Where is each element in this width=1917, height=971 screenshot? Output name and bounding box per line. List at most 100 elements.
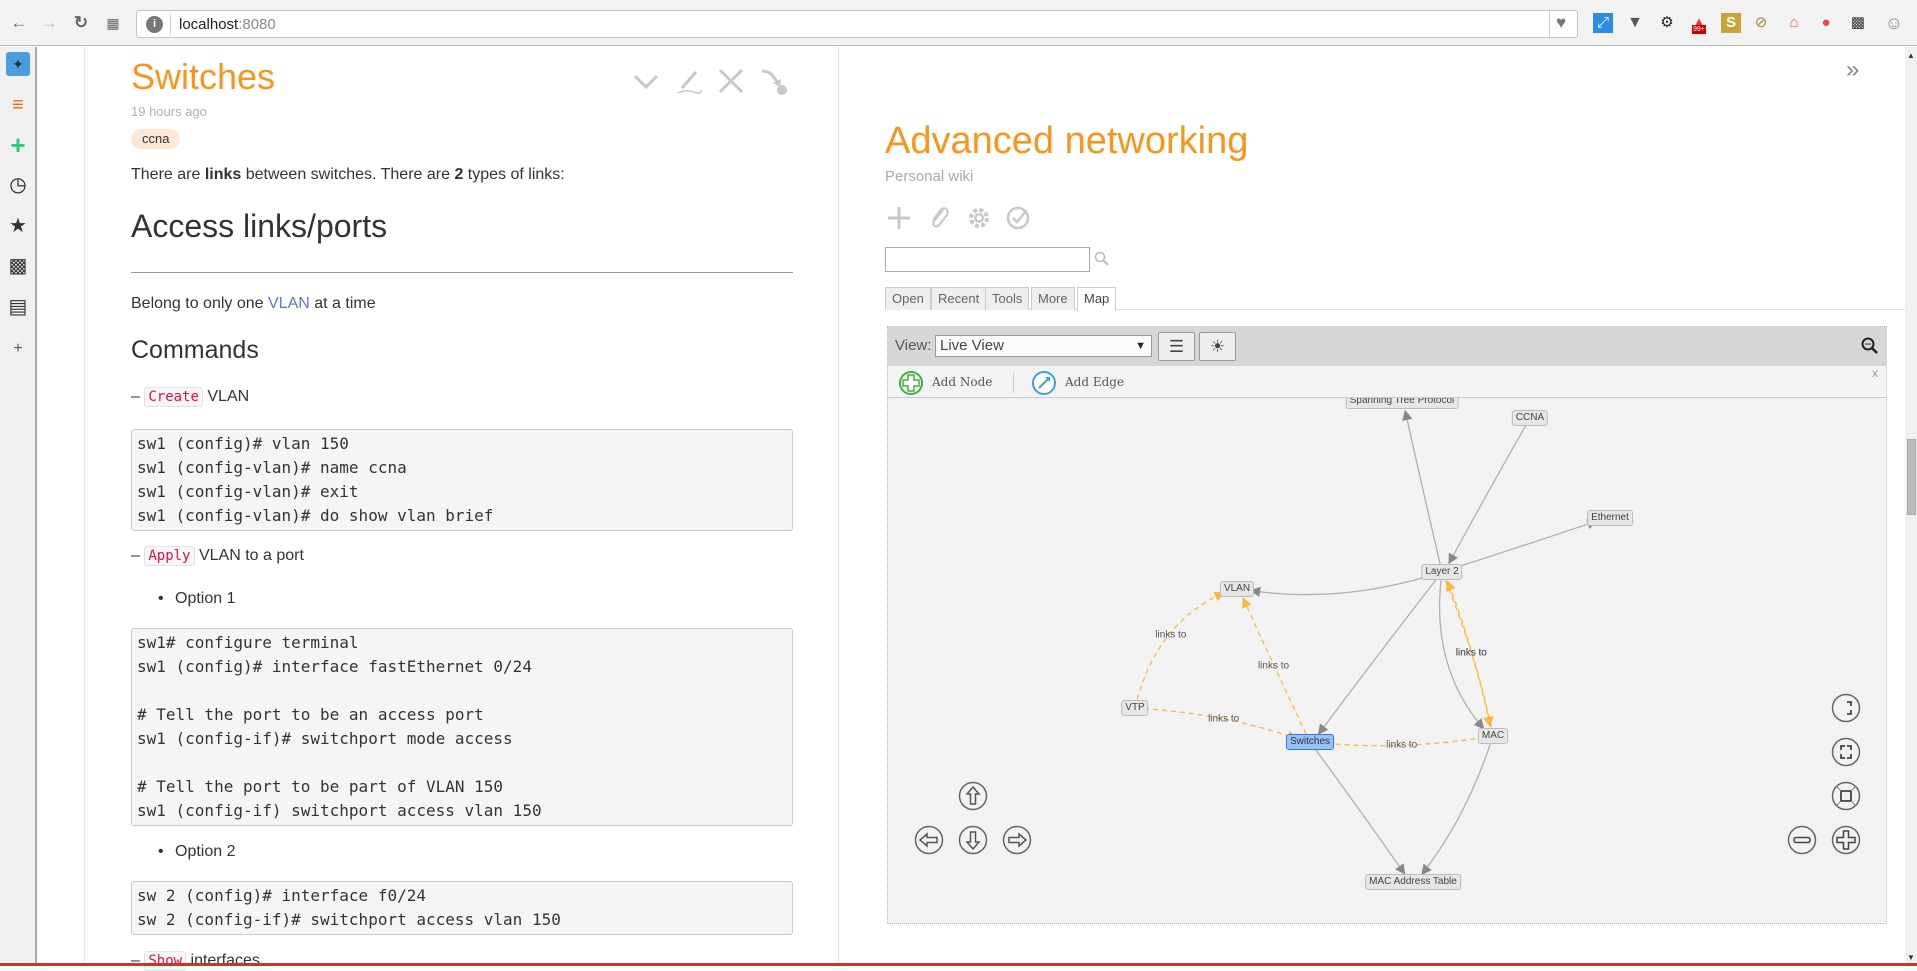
dash: – xyxy=(131,952,145,969)
graph-edge-layer2-switches[interactable] xyxy=(1317,571,1443,735)
graph-canvas[interactable] xyxy=(888,327,1886,923)
add-edge-button[interactable]: Add Edge xyxy=(1031,370,1125,395)
code-block-option1: sw1# configure terminal sw1 (config)# in… xyxy=(131,628,793,826)
profile-icon[interactable]: ☺ xyxy=(1884,13,1904,33)
reload-button[interactable]: ↻ xyxy=(70,13,92,33)
graph-node-vlan[interactable]: VLAN xyxy=(1219,581,1255,597)
graph-node-mactable[interactable]: MAC Address Table xyxy=(1365,874,1461,890)
heading-access-links: Access links/ports xyxy=(131,208,388,244)
apps-grid-icon[interactable]: ▦ xyxy=(102,13,124,33)
close-others-icon[interactable] xyxy=(759,66,789,96)
graph-edge-switches-mactable[interactable] xyxy=(1309,741,1406,875)
chevron-down-icon[interactable] xyxy=(631,66,661,96)
tab-tools[interactable]: Tools xyxy=(985,287,1030,310)
graph-edge-ccna-layer2[interactable] xyxy=(1448,417,1531,565)
graph-node-ccna[interactable]: CCNA xyxy=(1511,410,1549,426)
vlan-link[interactable]: VLAN xyxy=(268,295,310,312)
back-button[interactable]: ← xyxy=(8,13,30,33)
graph-edge-mac-mactable[interactable] xyxy=(1421,735,1494,876)
fullscreen-half-icon[interactable] xyxy=(1831,693,1861,723)
s-icon[interactable]: S xyxy=(1721,13,1741,33)
column-divider xyxy=(838,47,839,966)
sidebar-panel: » Advanced networking Personal wiki Open… xyxy=(885,47,1905,966)
tag-ccna[interactable]: ccna xyxy=(131,129,181,149)
tab-more[interactable]: More xyxy=(1031,287,1075,310)
double-chevron-right-icon[interactable]: » xyxy=(1846,56,1859,84)
tiddler-controls xyxy=(631,66,793,96)
scroll-down-icon[interactable]: ▼ xyxy=(1907,953,1915,962)
close-icon[interactable] xyxy=(716,66,746,96)
tiddlymap-graph[interactable]: links to links to links to links to links to… xyxy=(887,326,1887,924)
pan-left-icon[interactable] xyxy=(914,825,944,855)
menu-hamburger-icon[interactable]: ☰ xyxy=(1158,332,1195,361)
fullscreen-icon[interactable] xyxy=(1831,737,1861,767)
zoom-out-icon[interactable] xyxy=(1787,825,1817,855)
scrollbar-thumb[interactable] xyxy=(1907,439,1916,515)
edit-pencil-icon[interactable] xyxy=(674,66,704,96)
sun-icon[interactable]: ☀ xyxy=(1199,332,1236,361)
bookmark-heart-icon[interactable]: ♥ xyxy=(1550,13,1572,33)
star-icon[interactable]: ★ xyxy=(6,214,30,238)
pan-down-icon[interactable] xyxy=(958,825,988,855)
text: VLAN xyxy=(202,388,250,405)
search-icon[interactable] xyxy=(1094,251,1110,267)
graph-edge-vtp-vlan[interactable] xyxy=(1134,591,1226,709)
tab-open[interactable]: Open xyxy=(885,287,931,310)
gear-icon[interactable] xyxy=(965,204,993,232)
graph-node-ethernet[interactable]: Ethernet xyxy=(1587,510,1633,526)
pan-right-icon[interactable] xyxy=(1002,825,1032,855)
map-toolbar: View: Live View ▼ ☰ ☀ xyxy=(888,327,1886,366)
graph-node-mac[interactable]: MAC xyxy=(1477,728,1509,744)
check-circle-icon[interactable] xyxy=(1004,204,1032,232)
document-icon[interactable]: ▤ xyxy=(6,295,30,319)
view-select[interactable]: Live View ▼ xyxy=(935,335,1152,357)
paperclip-icon[interactable] xyxy=(925,204,953,232)
text: types of links: xyxy=(463,166,565,183)
tab-map[interactable]: Map xyxy=(1077,287,1117,311)
add-edge-label: Add Edge xyxy=(1065,375,1125,389)
tab-recent[interactable]: Recent xyxy=(931,287,987,310)
tasks-icon[interactable]: ≡ xyxy=(6,93,30,117)
scroll-up-icon[interactable]: ▲ xyxy=(1907,51,1915,60)
tiddler-date: 19 hours ago xyxy=(131,104,207,119)
graph-edge-layer2-vlan[interactable] xyxy=(1249,571,1443,598)
inline-code: Create xyxy=(144,387,203,407)
graph-node-layer2[interactable]: Layer 2 xyxy=(1421,564,1463,580)
heading-commands: Commands xyxy=(131,336,259,364)
close-edit-bar-icon[interactable]: x xyxy=(1872,366,1878,380)
browser-logo-icon[interactable]: ● xyxy=(1816,13,1836,33)
address-bar[interactable]: i localhost:8080 xyxy=(136,10,1578,38)
fit-to-view-icon[interactable] xyxy=(1831,781,1861,811)
tweetdeck-icon[interactable]: ✦ xyxy=(6,52,30,76)
inline-code: Show xyxy=(144,951,187,971)
site-info-icon[interactable]: i xyxy=(146,16,163,33)
add-node-button[interactable]: Add Node xyxy=(898,370,992,395)
pan-up-icon[interactable] xyxy=(958,781,988,811)
graph-node-switches[interactable]: Switches xyxy=(1285,734,1335,750)
browser-toolbar: ← → ↻ ▦ i localhost:8080 ♥ ⤢ ▼ ⚙ ▲ 99+ S … xyxy=(0,0,1917,46)
blocked-icon[interactable]: ⊘ xyxy=(1751,13,1771,33)
clock-icon[interactable]: ◷ xyxy=(6,173,30,197)
tiles-icon[interactable]: ▩ xyxy=(1848,13,1868,33)
new-tiddler-plus-icon[interactable] xyxy=(885,204,913,232)
zoom-in-icon[interactable] xyxy=(1831,825,1861,855)
pocket-icon[interactable]: ▼ xyxy=(1625,13,1645,33)
home-icon[interactable]: ⌂ xyxy=(1784,13,1804,33)
notification-badge-icon[interactable]: ▲ 99+ xyxy=(1689,13,1709,34)
forward-button[interactable]: → xyxy=(38,13,60,33)
url-separator xyxy=(170,15,171,35)
resize-icon[interactable]: ⤢ xyxy=(1593,13,1613,33)
graph-edge-mac-layer2[interactable] xyxy=(1445,580,1494,737)
tiles-icon[interactable]: ▩ xyxy=(6,254,30,278)
graph-edge-layer2-stp[interactable] xyxy=(1402,409,1443,573)
search-input[interactable] xyxy=(885,247,1090,272)
map-search-zoom-icon[interactable] xyxy=(1860,336,1880,356)
site-subtitle: Personal wiki xyxy=(885,168,974,185)
add-icon[interactable]: + xyxy=(6,132,30,158)
graph-edge-layer2-ethernet[interactable] xyxy=(1441,519,1598,573)
gear-icon[interactable]: ⚙ xyxy=(1657,13,1677,33)
graph-node-vtp[interactable]: VTP xyxy=(1121,700,1149,716)
intro-paragraph: There are links between switches. There … xyxy=(131,165,565,185)
vertical-scrollbar[interactable]: ▲ ▼ xyxy=(1905,47,1917,966)
plus-small-icon[interactable]: + xyxy=(6,337,30,361)
